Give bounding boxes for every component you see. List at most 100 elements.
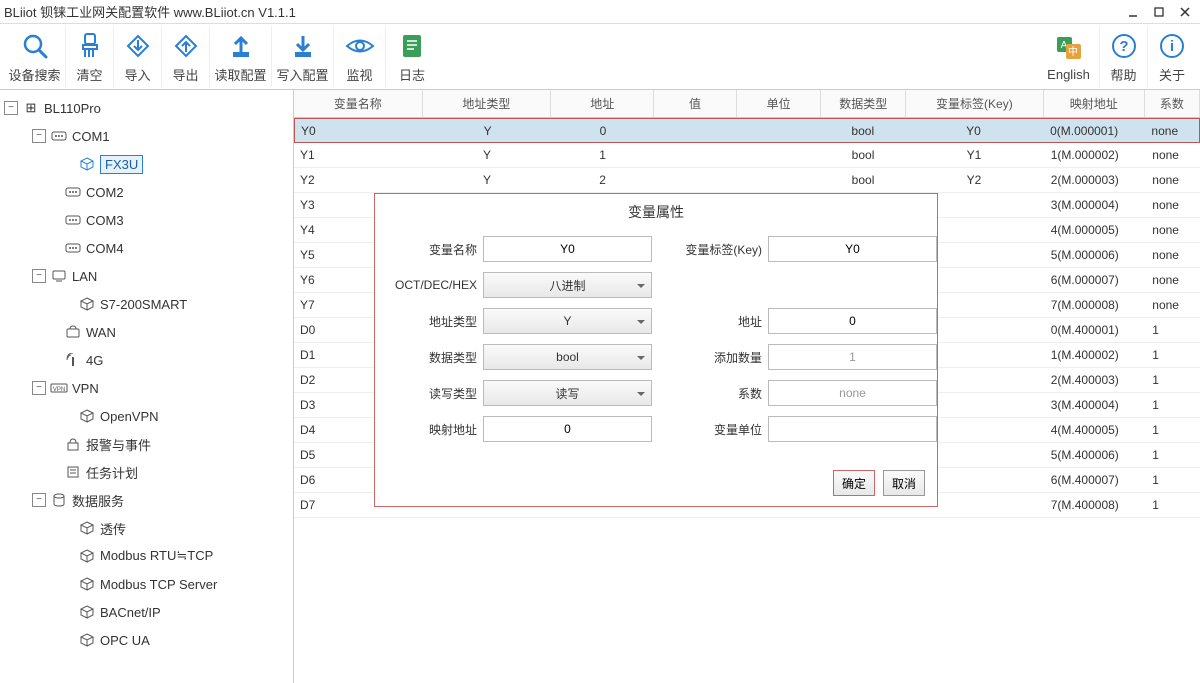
tree-item-opcua[interactable]: OPC UA bbox=[0, 626, 293, 654]
table-cell: 5(M.000006) bbox=[1043, 248, 1145, 262]
table-cell: bool bbox=[821, 148, 905, 162]
minimize-button[interactable] bbox=[1122, 2, 1144, 22]
write-config-button[interactable]: 写入配置 bbox=[272, 26, 334, 87]
tree-item-alarm[interactable]: 报警与事件 bbox=[0, 430, 293, 458]
tree-item-pass[interactable]: 透传 bbox=[0, 514, 293, 542]
monitor-button[interactable]: 监视 bbox=[334, 26, 386, 87]
select-rwtype[interactable]: 读写 bbox=[483, 380, 652, 406]
ok-button[interactable]: 确定 bbox=[833, 470, 875, 496]
about-button[interactable]: i 关于 bbox=[1148, 26, 1196, 87]
input-mapaddr[interactable] bbox=[483, 416, 652, 442]
cancel-button[interactable]: 取消 bbox=[883, 470, 925, 496]
lan-icon bbox=[50, 268, 68, 284]
col-addr: 地址 bbox=[551, 90, 654, 117]
input-name[interactable] bbox=[483, 236, 652, 262]
table-cell: 1 bbox=[1144, 348, 1200, 362]
search-icon bbox=[20, 29, 50, 63]
cube-icon bbox=[78, 296, 96, 312]
tree-item-root[interactable]: −⊞BL110Pro bbox=[0, 94, 293, 122]
window-title: BLiiot 钡铼工业网关配置软件 www.BLiiot.cn V1.1.1 bbox=[4, 2, 1122, 21]
table-cell: 6(M.400007) bbox=[1043, 473, 1145, 487]
tree-item-4g[interactable]: 4G bbox=[0, 346, 293, 374]
table-cell: 7(M.400008) bbox=[1043, 498, 1145, 512]
clear-button[interactable]: 清空 bbox=[66, 26, 114, 87]
tree-item-s7[interactable]: S7-200SMART bbox=[0, 290, 293, 318]
col-value: 值 bbox=[654, 90, 737, 117]
svg-text:VPN: VPN bbox=[53, 387, 65, 393]
table-cell: none bbox=[1144, 198, 1200, 212]
maximize-button[interactable] bbox=[1148, 2, 1170, 22]
tree-item-com3[interactable]: COM3 bbox=[0, 206, 293, 234]
table-row[interactable]: Y1Y1boolY11(M.000002)none bbox=[294, 143, 1200, 168]
task-icon bbox=[64, 464, 82, 480]
table-cell: 0(M.400001) bbox=[1043, 323, 1145, 337]
close-button[interactable] bbox=[1174, 2, 1196, 22]
database-icon bbox=[50, 492, 68, 508]
cube-icon bbox=[78, 408, 96, 424]
export-icon bbox=[172, 29, 200, 63]
col-unit: 单位 bbox=[737, 90, 822, 117]
device-tree[interactable]: −⊞BL110Pro −COM1 FX3U COM2 COM3 COM4 −LA… bbox=[0, 90, 294, 683]
select-addrtype[interactable]: Y bbox=[483, 308, 652, 334]
tree-item-bacnet[interactable]: BACnet/IP bbox=[0, 598, 293, 626]
table-cell: none bbox=[1144, 223, 1200, 237]
input-addqty bbox=[768, 344, 937, 370]
select-odh[interactable]: 八进制 bbox=[483, 272, 652, 298]
cube-icon bbox=[78, 576, 96, 592]
tree-item-vpn[interactable]: −VPNVPN bbox=[0, 374, 293, 402]
col-addrtype: 地址类型 bbox=[423, 90, 552, 117]
tree-item-wan[interactable]: WAN bbox=[0, 318, 293, 346]
log-button[interactable]: 日志 bbox=[386, 26, 438, 87]
import-button[interactable]: 导入 bbox=[114, 26, 162, 87]
table-row[interactable]: Y0Y0boolY00(M.000001)none bbox=[294, 118, 1200, 143]
label-addqty: 添加数量 bbox=[672, 349, 768, 366]
tree-item-com4[interactable]: COM4 bbox=[0, 234, 293, 262]
table-cell: Y bbox=[423, 148, 551, 162]
input-addr[interactable] bbox=[768, 308, 937, 334]
table-cell: 1 bbox=[551, 148, 654, 162]
tree-item-com2[interactable]: COM2 bbox=[0, 178, 293, 206]
col-factor: 系数 bbox=[1145, 90, 1200, 117]
tree-item-modbus-tcp[interactable]: Modbus TCP Server bbox=[0, 570, 293, 598]
label-key: 变量标签(Key) bbox=[672, 241, 768, 258]
language-button[interactable]: A中 English bbox=[1038, 26, 1100, 87]
tree-item-modbus-rtu[interactable]: Modbus RTU≒TCP bbox=[0, 542, 293, 570]
table-cell: 1 bbox=[1144, 398, 1200, 412]
read-config-button[interactable]: 读取配置 bbox=[210, 26, 272, 87]
device-search-button[interactable]: 设备搜索 bbox=[4, 26, 66, 87]
cube-icon bbox=[78, 156, 96, 172]
tree-item-lan[interactable]: −LAN bbox=[0, 262, 293, 290]
select-datatype[interactable]: bool bbox=[483, 344, 652, 370]
table-row[interactable]: Y2Y2boolY22(M.000003)none bbox=[294, 168, 1200, 193]
tree-item-fx3u[interactable]: FX3U bbox=[0, 150, 293, 178]
upload-icon bbox=[227, 29, 255, 63]
tree-item-dataservice[interactable]: −数据服务 bbox=[0, 486, 293, 514]
cube-icon bbox=[78, 632, 96, 648]
input-factor bbox=[768, 380, 937, 406]
table-cell: Y2 bbox=[294, 173, 423, 187]
table-cell: 0(M.000001) bbox=[1042, 124, 1143, 138]
export-button[interactable]: 导出 bbox=[162, 26, 210, 87]
language-icon: A中 bbox=[1055, 31, 1083, 65]
input-unit[interactable] bbox=[768, 416, 937, 442]
tree-item-task[interactable]: 任务计划 bbox=[0, 458, 293, 486]
table-cell: none bbox=[1144, 148, 1200, 162]
port-icon bbox=[50, 128, 68, 144]
svg-text:?: ? bbox=[1119, 38, 1128, 55]
table-cell: Y1 bbox=[905, 148, 1043, 162]
table-cell: 1 bbox=[1144, 473, 1200, 487]
tree-item-com1[interactable]: −COM1 bbox=[0, 122, 293, 150]
table-cell: 4(M.400005) bbox=[1043, 423, 1145, 437]
help-button[interactable]: ? 帮助 bbox=[1100, 26, 1148, 87]
info-icon: i bbox=[1159, 29, 1185, 63]
col-key: 变量标签(Key) bbox=[906, 90, 1044, 117]
tree-item-openvpn[interactable]: OpenVPN bbox=[0, 402, 293, 430]
vpn-icon: VPN bbox=[50, 380, 68, 396]
table-cell: 2(M.400003) bbox=[1043, 373, 1145, 387]
signal-icon bbox=[64, 352, 82, 368]
port-icon bbox=[64, 184, 82, 200]
input-key[interactable] bbox=[768, 236, 937, 262]
label-name: 变量名称 bbox=[387, 241, 483, 258]
table-cell: Y bbox=[423, 173, 551, 187]
table-cell: Y2 bbox=[905, 173, 1043, 187]
